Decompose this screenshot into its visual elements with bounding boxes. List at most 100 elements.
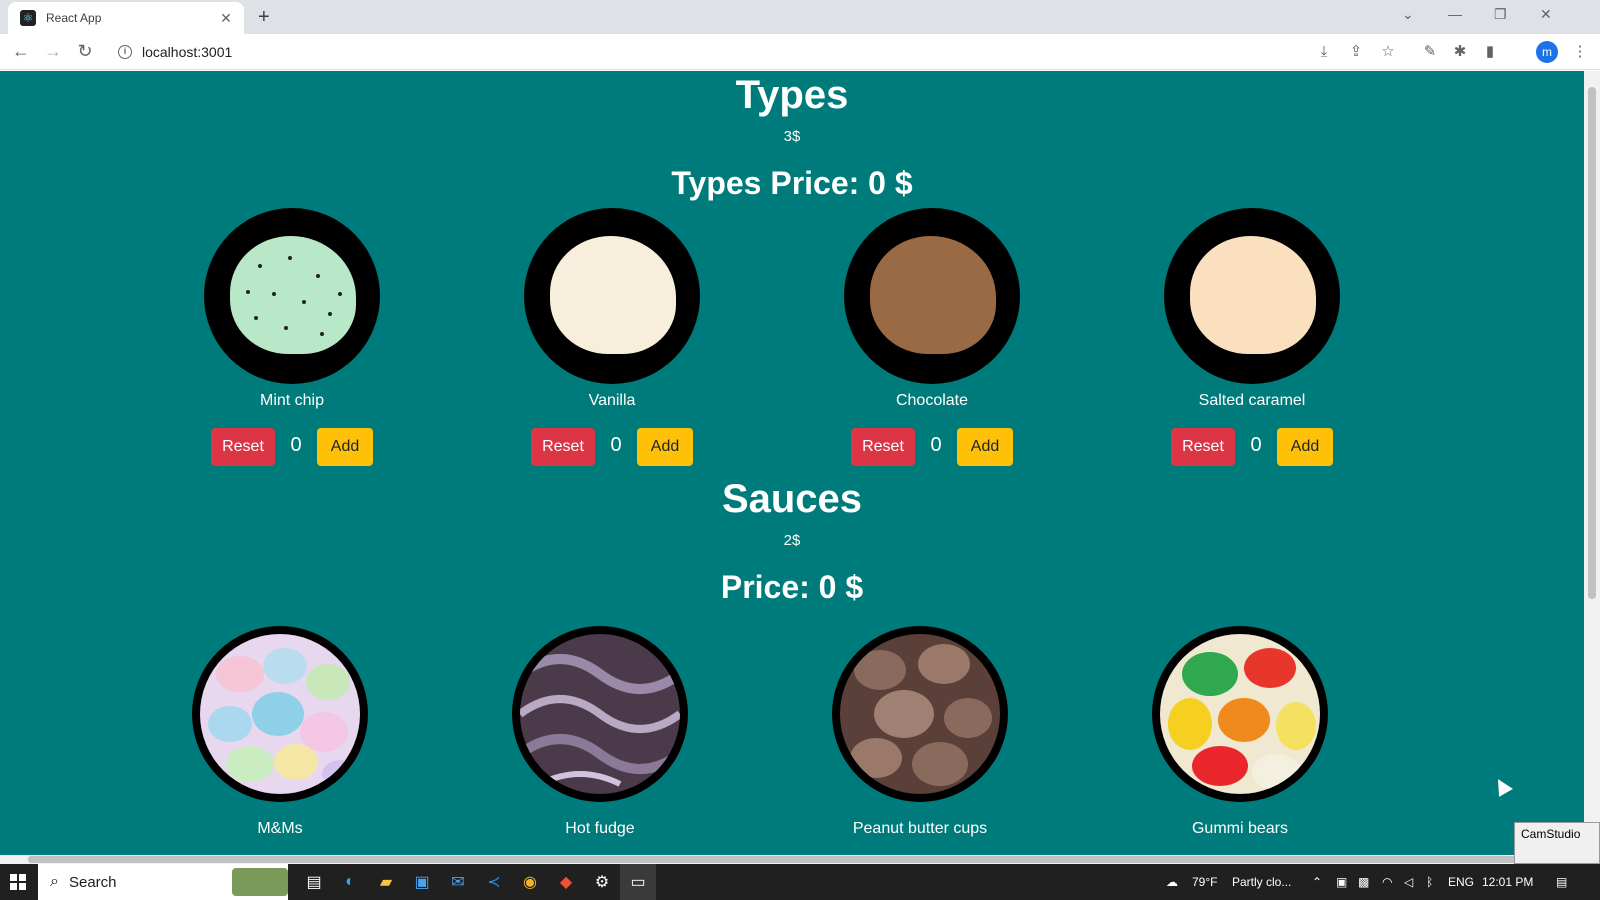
- tray-screen-icon[interactable]: ▩: [1358, 874, 1369, 890]
- topping-image-frame: [832, 626, 1008, 802]
- scoop-image-frame: [844, 208, 1020, 384]
- start-button[interactable]: [0, 864, 36, 900]
- tab-title: React App: [46, 11, 102, 25]
- types-unit-price: 3$: [783, 128, 801, 145]
- sauce-card-mms: M&Ms: [150, 626, 410, 838]
- types-heading: Types: [735, 73, 849, 117]
- minimize-button[interactable]: —: [1448, 6, 1462, 22]
- browser-toolbar: ← → ↻ i localhost:3001 ⤓ ⇪ ☆ ✎ ✱ ▮ m ⋮: [0, 34, 1600, 70]
- profile-avatar[interactable]: m: [1536, 41, 1558, 63]
- reset-button[interactable]: Reset: [851, 428, 915, 466]
- vscode-icon[interactable]: ≺: [476, 864, 512, 900]
- add-button[interactable]: Add: [1277, 428, 1333, 466]
- weather-icon: ☁: [1166, 875, 1178, 889]
- camstudio-app-icon[interactable]: ▭: [620, 864, 656, 900]
- browser-tab[interactable]: ⚛ React App ✕: [8, 2, 244, 34]
- mail-icon[interactable]: ✉: [440, 864, 476, 900]
- tray-chevron-icon[interactable]: ⌃: [1312, 874, 1322, 890]
- sauces-unit-price: 2$: [783, 532, 801, 549]
- share-icon[interactable]: ⇪: [1346, 43, 1366, 61]
- item-count: 0: [930, 433, 942, 456]
- bluetooth-icon[interactable]: ᛒ: [1426, 874, 1433, 890]
- type-card-chocolate: Chocolate Reset 0 Add: [802, 208, 1062, 466]
- camstudio-window[interactable]: CamStudio: [1514, 822, 1600, 864]
- wifi-icon[interactable]: ◠: [1382, 874, 1392, 890]
- topping-image-frame: [192, 626, 368, 802]
- peanut-butter-cups-image: [840, 634, 1000, 794]
- item-count: 0: [610, 433, 622, 456]
- search-label: Search: [68, 873, 117, 891]
- vanilla-scoop-image: [550, 236, 676, 354]
- extensions-puzzle-icon[interactable]: ✱: [1450, 43, 1470, 61]
- horizontal-scrollbar[interactable]: [0, 855, 1584, 864]
- item-name: Hot fudge: [565, 820, 635, 837]
- item-count: 0: [290, 433, 302, 456]
- new-tab-button[interactable]: +: [258, 6, 270, 28]
- item-name: Vanilla: [588, 392, 636, 409]
- sauce-card-gummi-bears: Gummi bears: [1110, 626, 1370, 838]
- edge-icon[interactable]: ◐: [332, 864, 368, 900]
- reload-button[interactable]: ↻: [74, 41, 96, 61]
- vertical-scrollbar[interactable]: [1584, 71, 1600, 855]
- type-card-mint-chip: Mint chip Reset 0 Add: [162, 208, 422, 466]
- reset-button[interactable]: Reset: [1171, 428, 1235, 466]
- react-favicon-icon: ⚛: [20, 10, 36, 26]
- scoop-image-frame: [524, 208, 700, 384]
- mms-image: [200, 634, 360, 794]
- add-button[interactable]: Add: [637, 428, 693, 466]
- notifications-icon[interactable]: ▤: [1556, 874, 1567, 890]
- hot-fudge-image: [520, 634, 680, 794]
- url-text: localhost:3001: [142, 44, 233, 60]
- task-view-icon[interactable]: ▤: [296, 864, 332, 900]
- item-name: Peanut butter cups: [852, 820, 988, 837]
- item-name: Mint chip: [259, 392, 325, 409]
- bookmark-star-icon[interactable]: ☆: [1378, 43, 1398, 61]
- item-count: 0: [1250, 433, 1262, 456]
- store-icon[interactable]: ▣: [404, 864, 440, 900]
- type-card-salted-caramel: Salted caramel Reset 0 Add: [1122, 208, 1382, 466]
- gummi-bears-image: [1160, 634, 1320, 794]
- tab-search-icon[interactable]: ⌄: [1402, 6, 1414, 22]
- item-controls: Reset 0 Add: [162, 428, 422, 466]
- add-button[interactable]: Add: [957, 428, 1013, 466]
- git-icon[interactable]: ◆: [548, 864, 584, 900]
- chrome-icon[interactable]: ◉: [512, 864, 548, 900]
- reset-button[interactable]: Reset: [531, 428, 595, 466]
- scoop-image-frame: [1164, 208, 1340, 384]
- weather-temp[interactable]: 79°F: [1192, 874, 1217, 890]
- vertical-scroll-thumb[interactable]: [1588, 87, 1596, 599]
- settings-gear-icon[interactable]: ⚙: [584, 864, 620, 900]
- sauces-heading: Sauces: [721, 477, 863, 521]
- camstudio-title: CamStudio: [1521, 827, 1581, 841]
- side-panel-icon[interactable]: ▮: [1480, 43, 1500, 61]
- topping-image-frame: [512, 626, 688, 802]
- browser-menu-icon[interactable]: ⋮: [1570, 43, 1590, 61]
- item-controls: Reset 0 Add: [802, 428, 1062, 466]
- item-name: Chocolate: [895, 392, 969, 409]
- close-tab-icon[interactable]: ✕: [218, 10, 234, 27]
- close-window-button[interactable]: ✕: [1540, 6, 1552, 22]
- scoop-image-frame: [204, 208, 380, 384]
- taskbar-search[interactable]: ⌕ Search: [38, 864, 288, 900]
- install-icon[interactable]: ⤓: [1314, 43, 1334, 61]
- extension-pen-icon[interactable]: ✎: [1420, 43, 1440, 61]
- item-name: M&Ms: [257, 820, 303, 837]
- file-explorer-icon[interactable]: ▰: [368, 864, 404, 900]
- volume-icon[interactable]: ◁: [1404, 874, 1413, 890]
- back-button[interactable]: ←: [10, 41, 32, 61]
- types-price-total: Types Price: 0 $: [671, 165, 913, 201]
- sauce-card-hot-fudge: Hot fudge: [470, 626, 730, 838]
- item-controls: Reset 0 Add: [1122, 428, 1382, 466]
- site-info-icon[interactable]: i: [118, 45, 132, 59]
- clock-time[interactable]: 12:01 PM: [1482, 874, 1533, 890]
- forward-button[interactable]: →: [42, 41, 64, 61]
- add-button[interactable]: Add: [317, 428, 373, 466]
- topping-image-frame: [1152, 626, 1328, 802]
- tray-app-icon[interactable]: ▣: [1336, 874, 1347, 890]
- reset-button[interactable]: Reset: [211, 428, 275, 466]
- horizontal-scroll-thumb[interactable]: [28, 856, 1528, 863]
- restore-button[interactable]: ❐: [1494, 6, 1507, 22]
- address-bar[interactable]: i localhost:3001: [110, 38, 1290, 66]
- weather-description[interactable]: Partly clo...: [1232, 874, 1291, 890]
- language-indicator[interactable]: ENG: [1448, 874, 1474, 890]
